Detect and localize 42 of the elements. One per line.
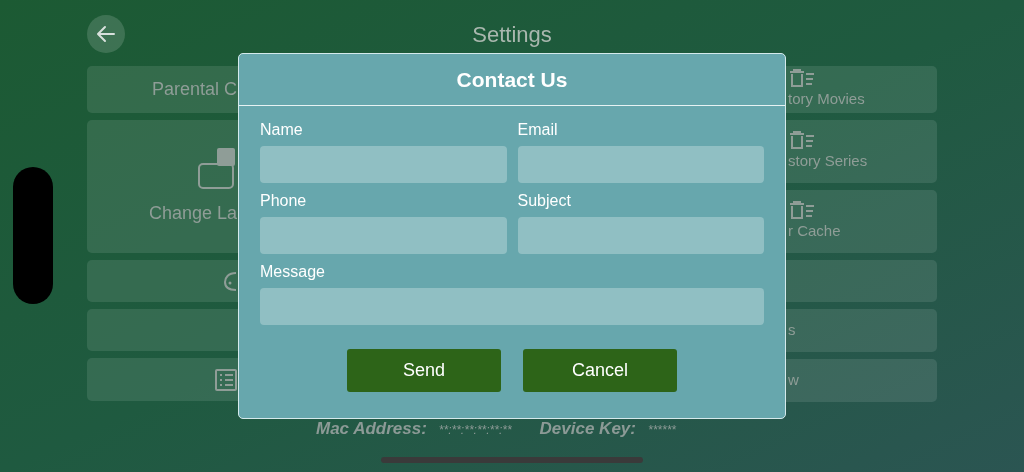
- settings-tile[interactable]: Change La: [87, 120, 238, 253]
- tile-label: r Cache: [788, 221, 841, 242]
- trash-list-icon: [788, 130, 816, 151]
- settings-tile[interactable]: Parental C: [87, 66, 238, 113]
- settings-tile[interactable]: s: [786, 309, 937, 352]
- device-key-label: Device Key:: [539, 418, 636, 440]
- settings-tile[interactable]: story Series: [786, 120, 937, 183]
- field-label: Phone: [260, 191, 308, 211]
- settings-tile[interactable]: [87, 358, 238, 401]
- field-label: Subject: [517, 191, 572, 211]
- settings-tile[interactable]: [87, 260, 238, 302]
- field-label: Email: [517, 120, 559, 140]
- input-field[interactable]: [260, 288, 764, 325]
- tile-label: s: [788, 320, 796, 341]
- input-field[interactable]: [517, 146, 764, 183]
- input-field[interactable]: [260, 146, 507, 183]
- back-button[interactable]: [87, 15, 125, 53]
- tile-label: Parental C: [151, 78, 237, 101]
- tile-label: tory Movies: [788, 89, 865, 110]
- mac-address-value: **:**:**:**:**:**: [438, 422, 512, 439]
- device-key-value: ******: [647, 422, 676, 439]
- settings-tile[interactable]: [87, 309, 238, 351]
- tile-label: story Series: [788, 151, 868, 172]
- list-icon: [215, 368, 237, 391]
- settings-tile[interactable]: tory Movies: [786, 66, 937, 113]
- send-button[interactable]: Send: [347, 349, 501, 392]
- field-label: Message: [260, 262, 326, 282]
- settings-tile[interactable]: w: [786, 359, 937, 402]
- settings-tile[interactable]: r Cache: [786, 190, 937, 253]
- settings-tile[interactable]: [786, 260, 937, 302]
- input-field[interactable]: [260, 217, 507, 254]
- cancel-button[interactable]: Cancel: [523, 349, 677, 392]
- tile-label: w: [788, 370, 799, 391]
- field-label: Name: [260, 120, 304, 140]
- page-title: Settings: [471, 20, 553, 49]
- input-field[interactable]: [517, 217, 764, 254]
- back-arrow-icon: [95, 23, 117, 45]
- mac-address-label: Mac Address:: [316, 418, 427, 440]
- trash-list-icon: [788, 200, 816, 221]
- tile-label: Change La: [148, 202, 237, 225]
- trash-list-icon: [788, 68, 816, 89]
- dialog-title: Contact Us: [456, 66, 568, 93]
